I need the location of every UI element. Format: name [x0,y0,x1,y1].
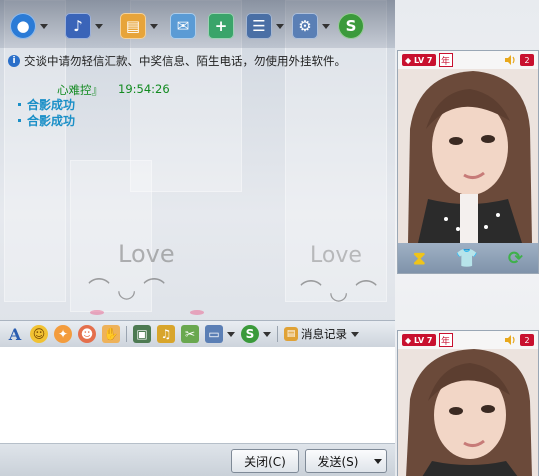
emoji-icon[interactable]: ☺ [30,325,48,343]
blush-mark [190,310,204,315]
avatar [398,349,538,476]
dropdown-arrow-icon[interactable] [95,23,103,29]
level-badge-text: LV 7 [413,335,433,345]
avatar-photo [398,69,538,243]
chat-window: ● ♪ ▤ ✉ + ☰ ⚙ S i 交谈中请勿轻信汇款、中奖信息、陌生电话，勿使… [0,0,539,476]
font-icon[interactable]: A [6,325,24,344]
dropdown-arrow-icon[interactable] [150,23,158,29]
magic-face-icon[interactable]: ✦ [54,325,72,343]
video-toolbar: ⧗ 👕 ⟳ [398,243,538,273]
dropdown-arrow-icon[interactable] [276,23,284,29]
count-badge: 2 [520,334,534,346]
close-button[interactable]: 关闭(C) [231,449,299,473]
blush-mark [90,310,104,315]
folder-icon: ▤ [120,13,146,39]
diamond-icon: ◆ [405,335,412,345]
speaker-icon[interactable] [504,334,516,346]
avatar-photo [398,349,538,476]
dropdown-arrow-icon[interactable] [263,331,271,337]
love-watermark: Love [310,243,362,268]
chat-message: 合影成功 [18,112,75,129]
contacts-button[interactable]: ☰ [246,10,290,42]
chat-message: 合影成功 [18,96,75,113]
notice-text: 交谈中请勿轻信汇款、中奖信息、陌生电话，勿使用外挂软件。 [24,54,346,68]
level-badge: ◆ LV 7 [402,334,436,346]
local-video: ◆ LV 7 年 2 [397,330,539,476]
send-button[interactable]: 发送(S) [305,449,371,473]
send-file-button[interactable]: ▤ [120,10,164,42]
main-toolbar: ● ♪ ▤ ✉ + ☰ ⚙ S [0,0,395,48]
dropdown-arrow-icon[interactable] [322,23,330,29]
message-record-button[interactable]: ▤ 消息记录 [284,326,359,342]
avatar [398,69,538,243]
image-icon[interactable]: ▣ [133,325,151,343]
toolbar-divider [277,326,278,342]
shake-icon[interactable]: ☻ [78,325,96,343]
year-badge: 年 [438,53,453,67]
microphone-icon: ♪ [65,13,91,39]
message-time: 19:54:26 [118,82,170,96]
shirt-icon[interactable]: 👕 [456,248,478,269]
chat-history[interactable]: 心难控』 19:54:26 合影成功 合影成功 ⌒ ◡ ⌒ ⌒ ◡ ⌒ [0,72,395,320]
screen-capture-icon[interactable]: ▭ [205,325,223,343]
info-icon: i [8,55,20,67]
bottom-bar: 关闭(C) 发送(S) [0,443,395,476]
security-notice: i 交谈中请勿轻信汇款、中奖信息、陌生电话，勿使用外挂软件。 [8,52,393,70]
count-badge: 2 [520,54,534,66]
face-doodle: ⌒ ◡ ⌒ [300,280,378,305]
scissors-icon[interactable]: ✂ [181,325,199,343]
level-badge-text: LV 7 [413,55,433,65]
chevron-down-icon [373,458,382,464]
bullet-icon [18,103,21,106]
hand-icon[interactable]: ✋ [102,325,120,343]
love-watermark: Love [118,240,175,268]
settings-icon: ⚙ [292,13,318,39]
history-icon: ▤ [284,327,298,341]
dropdown-arrow-icon[interactable] [351,331,359,337]
hourglass-icon[interactable]: ⧗ [413,248,426,269]
year-badge: 年 [438,333,453,347]
diamond-icon: ◆ [405,55,412,65]
video-header: ◆ LV 7 年 2 [398,331,538,349]
video-header: ◆ LV 7 年 2 [398,51,538,69]
dropdown-arrow-icon[interactable] [40,23,48,29]
video-panel: ◆ LV 7 年 2 ⧗ 👕 ⟳ ◆ LV 7 年 2 [395,0,539,476]
format-toolbar: A ☺ ✦ ☻ ✋ ▣ ♫ ✂ ▭ S ▤ 消息记录 [0,320,395,348]
settings-button[interactable]: ⚙ [292,10,336,42]
dropdown-arrow-icon[interactable] [227,331,235,337]
mail-icon: ✉ [170,13,196,39]
toolbar-divider [126,326,127,342]
pay-button[interactable]: S [338,10,382,42]
voice-call-button[interactable]: ♪ [65,10,109,42]
message-record-label: 消息记录 [301,327,347,341]
camera-icon: ● [10,13,36,39]
level-badge: ◆ LV 7 [402,54,436,66]
bullet-icon [18,119,21,122]
add-note-icon: + [208,13,234,39]
s-coin-icon: S [338,13,364,39]
remote-video: ◆ LV 7 年 2 ⧗ 👕 ⟳ [397,50,539,274]
send-options-button[interactable] [369,449,387,473]
video-call-button[interactable]: ● [10,10,54,42]
music-icon[interactable]: ♫ [157,325,175,343]
face-doodle: ⌒ ◡ ⌒ [88,278,166,303]
chat-message-text: 合影成功 [27,98,76,112]
speaker-icon[interactable] [504,54,516,66]
person-card-icon: ☰ [246,13,272,39]
message-input[interactable] [0,347,395,443]
refresh-icon[interactable]: ⟳ [508,248,523,269]
s-coin-icon[interactable]: S [241,325,259,343]
chat-message-text: 合影成功 [27,114,76,128]
